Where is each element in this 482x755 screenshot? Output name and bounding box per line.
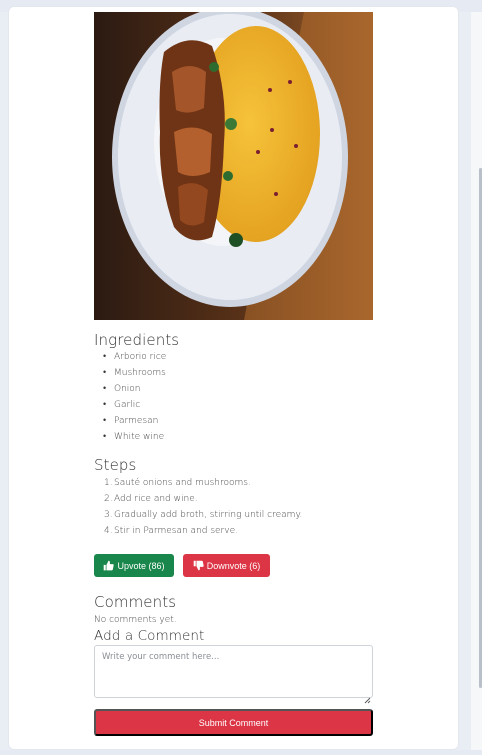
ingredient-item: White wine <box>94 429 166 445</box>
ingredient-item: Arborio rice <box>94 349 166 365</box>
comments-heading: Comments <box>94 593 177 611</box>
ingredient-item: Parmesan <box>94 413 166 429</box>
step-number: 2. <box>104 494 113 504</box>
step-item: 4. Stir in Parmesan and serve. <box>94 523 302 539</box>
add-comment-heading: Add a Comment <box>94 628 205 644</box>
step-number: 1. <box>104 478 113 488</box>
ingredient-item: Mushrooms <box>94 365 166 381</box>
recipe-image <box>94 12 373 320</box>
thumbs-up-icon <box>103 560 115 571</box>
upvote-button[interactable]: Upvote (86) <box>94 554 174 577</box>
step-item: 2. Add rice and wine. <box>94 491 302 507</box>
downvote-button[interactable]: Downvote (6) <box>183 554 270 577</box>
bottom-bar <box>0 750 482 755</box>
comment-input[interactable] <box>94 645 373 698</box>
steps-heading: Steps <box>94 456 137 474</box>
resize-handle-icon[interactable] <box>364 689 371 704</box>
ingredients-list: Arborio rice Mushrooms Onion Garlic Parm… <box>94 349 166 445</box>
step-text: Sauté onions and mushrooms. <box>114 478 251 488</box>
step-number: 3. <box>104 510 113 520</box>
steps-list: 1. Sauté onions and mushrooms. 2. Add rice… <box>94 475 302 539</box>
ingredients-heading: Ingredients <box>94 331 180 349</box>
step-text: Gradually add broth, stirring until crea… <box>114 510 303 520</box>
ingredient-item: Onion <box>94 381 166 397</box>
no-comments-text: No comments yet. <box>94 615 177 625</box>
submit-comment-button[interactable]: Submit Comment <box>94 709 373 736</box>
ingredient-item: Garlic <box>94 397 166 413</box>
step-text: Add rice and wine. <box>114 494 198 504</box>
step-item: 3. Gradually add broth, stirring until cr… <box>94 507 302 523</box>
thumbs-down-icon <box>193 560 204 571</box>
step-item: 1. Sauté onions and mushrooms. <box>94 475 302 491</box>
upvote-label: Upvote (86) <box>117 560 165 571</box>
step-number: 4. <box>104 526 113 536</box>
downvote-label: Downvote (6) <box>206 560 261 571</box>
step-text: Stir in Parmesan and serve. <box>114 526 238 536</box>
